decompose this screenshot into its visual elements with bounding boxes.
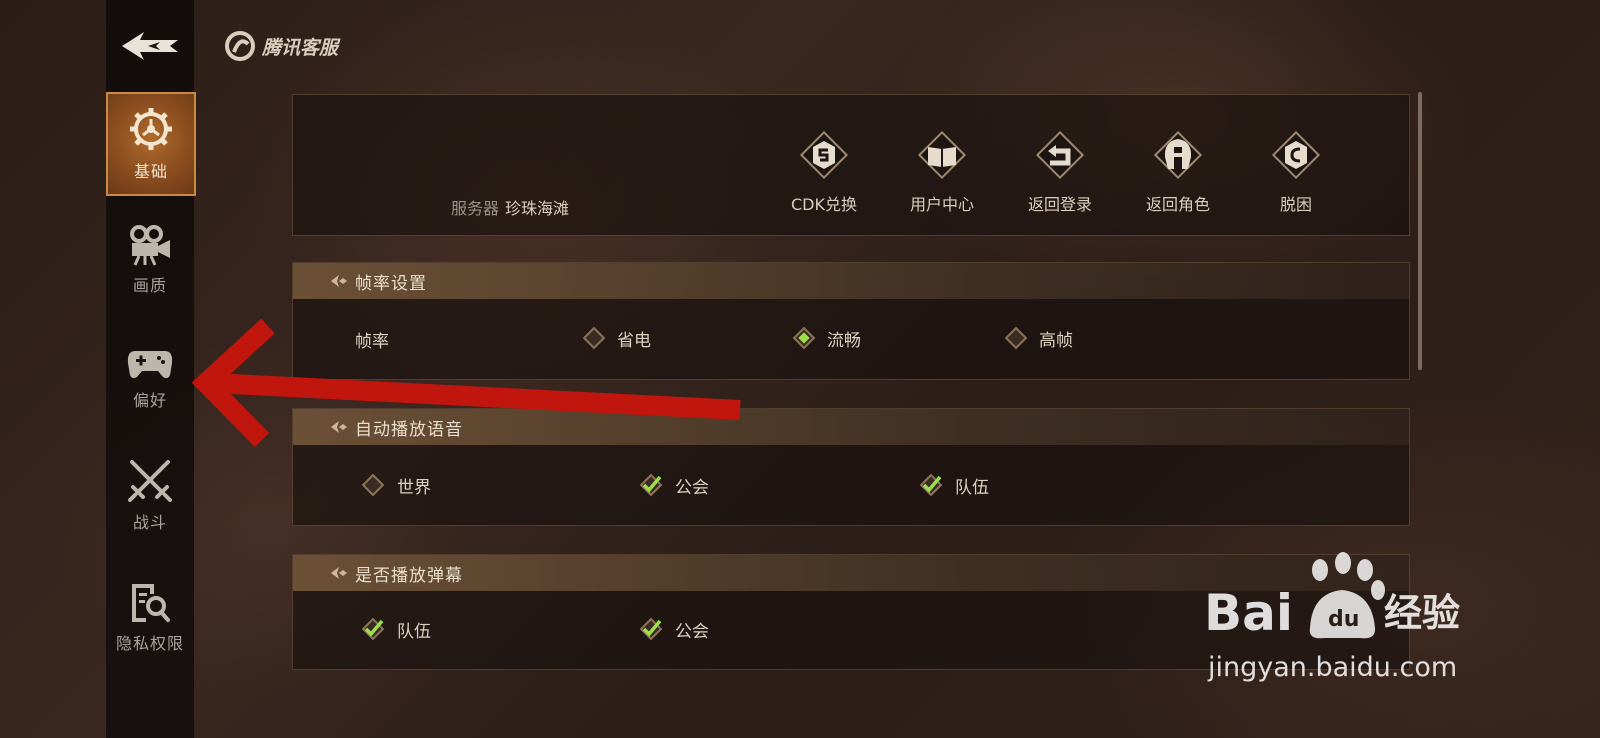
section-title: 是否播放弹幕: [355, 565, 463, 586]
voice-option-world[interactable]: 世界: [359, 471, 431, 499]
server-panel: 服务器 珍珠海滩 CDK兑换 用户中心 返回登录 返回角色 脱困: [292, 94, 1410, 236]
checkbox-checked-icon: [639, 617, 663, 641]
framerate-option-power-save[interactable]: 省电: [581, 325, 651, 351]
radio-diamond-icon: [1004, 326, 1028, 350]
checkbox-checked-icon: [361, 617, 385, 641]
cdk-icon: [799, 130, 849, 180]
framerate-option-high[interactable]: 高帧: [1003, 325, 1073, 351]
framerate-label: 帧率: [355, 332, 389, 352]
danmaku-option-guild[interactable]: 公会: [637, 615, 709, 643]
option-label: 世界: [397, 477, 431, 498]
sidebar-item-label: 隐私权限: [115, 634, 184, 653]
diamond-arrow-icon: [331, 275, 347, 287]
tencent-service-brand[interactable]: 腾讯客服: [224, 30, 338, 62]
brand-name: 腾讯客服: [262, 36, 339, 59]
return-icon: [1035, 130, 1085, 180]
cdk-redeem-button[interactable]: CDK兑换: [769, 125, 879, 215]
auto-voice-panel: 自动播放语音 世界 公会 队伍: [292, 408, 1410, 526]
sidebar-item-basic[interactable]: 基础: [106, 92, 196, 196]
option-label: 公会: [675, 477, 709, 498]
checkbox-diamond-icon: [361, 473, 385, 497]
option-label: 队伍: [397, 621, 431, 642]
option-label: 流畅: [827, 330, 861, 351]
action-label: 返回登录: [1027, 195, 1092, 214]
option-label: 高帧: [1039, 330, 1073, 351]
diamond-arrow-icon: [331, 421, 347, 433]
tencent-logo-icon: [225, 31, 255, 61]
gamepad-icon: [127, 351, 173, 379]
sidebar-item-label: 战斗: [132, 513, 167, 532]
camera-icon: [130, 225, 170, 266]
action-label: 脱困: [1279, 195, 1312, 214]
sidebar-item-label: 基础: [133, 162, 168, 181]
sidebar-item-preferences[interactable]: 偏好: [106, 326, 194, 430]
server-name: 珍珠海滩: [505, 199, 570, 218]
baidu-paw-logo: du Bai 经验 jingyan.baidu.com: [1204, 552, 1460, 683]
sidebar-item-label: 偏好: [132, 391, 167, 410]
unstuck-button[interactable]: 脱困: [1241, 125, 1351, 215]
voice-option-team[interactable]: 队伍: [917, 471, 989, 499]
book-icon: [917, 130, 967, 180]
danmaku-option-team[interactable]: 队伍: [359, 615, 431, 643]
server-label: 服务器: [451, 199, 500, 218]
section-title: 帧率设置: [355, 273, 427, 294]
framerate-panel: 帧率设置 帧率 省电 流畅 高帧: [292, 262, 1410, 380]
checkbox-checked-icon: [639, 473, 663, 497]
sidebar-item-label: 画质: [132, 276, 167, 295]
watermark-brand: Bai: [1204, 584, 1293, 642]
diamond-arrow-icon: [331, 567, 347, 579]
settings-gear-icon: [130, 108, 172, 150]
unstuck-icon: [1271, 130, 1321, 180]
sidebar-item-combat[interactable]: 战斗: [106, 444, 194, 548]
framerate-option-smooth[interactable]: 流畅: [791, 325, 861, 351]
checkbox-checked-icon: [919, 473, 943, 497]
sidebar-item-privacy[interactable]: 隐私权限: [106, 566, 194, 670]
scrollbar[interactable]: [1418, 92, 1422, 370]
watermark-jingyan: 经验: [1384, 591, 1460, 635]
action-label: 返回角色: [1145, 195, 1210, 214]
sidebar-item-graphics[interactable]: 画质: [106, 208, 194, 312]
watermark-url: jingyan.baidu.com: [1207, 652, 1457, 683]
action-label: 用户中心: [909, 195, 974, 214]
option-label: 队伍: [955, 477, 989, 498]
document-search-icon: [132, 584, 170, 622]
option-label: 公会: [675, 621, 709, 642]
back-arrow-icon[interactable]: [118, 26, 182, 66]
svg-text:du: du: [1328, 607, 1359, 632]
section-header: 帧率设置: [293, 263, 1409, 299]
section-header: 自动播放语音: [293, 409, 1409, 445]
server-info: 服务器 珍珠海滩: [451, 195, 569, 219]
user-center-button[interactable]: 用户中心: [887, 125, 997, 215]
action-label: CDK兑换: [791, 195, 857, 214]
radio-diamond-selected-icon: [792, 326, 816, 350]
return-character-button[interactable]: 返回角色: [1123, 125, 1233, 215]
voice-option-guild[interactable]: 公会: [637, 471, 709, 499]
baidu-jingyan-watermark: du Bai 经验 jingyan.baidu.com: [1200, 548, 1500, 698]
return-login-button[interactable]: 返回登录: [1005, 125, 1115, 215]
radio-diamond-icon: [582, 326, 606, 350]
section-title: 自动播放语音: [355, 419, 463, 440]
option-label: 省电: [617, 330, 651, 351]
crossed-swords-icon: [128, 460, 172, 502]
helmet-icon: [1153, 130, 1203, 180]
